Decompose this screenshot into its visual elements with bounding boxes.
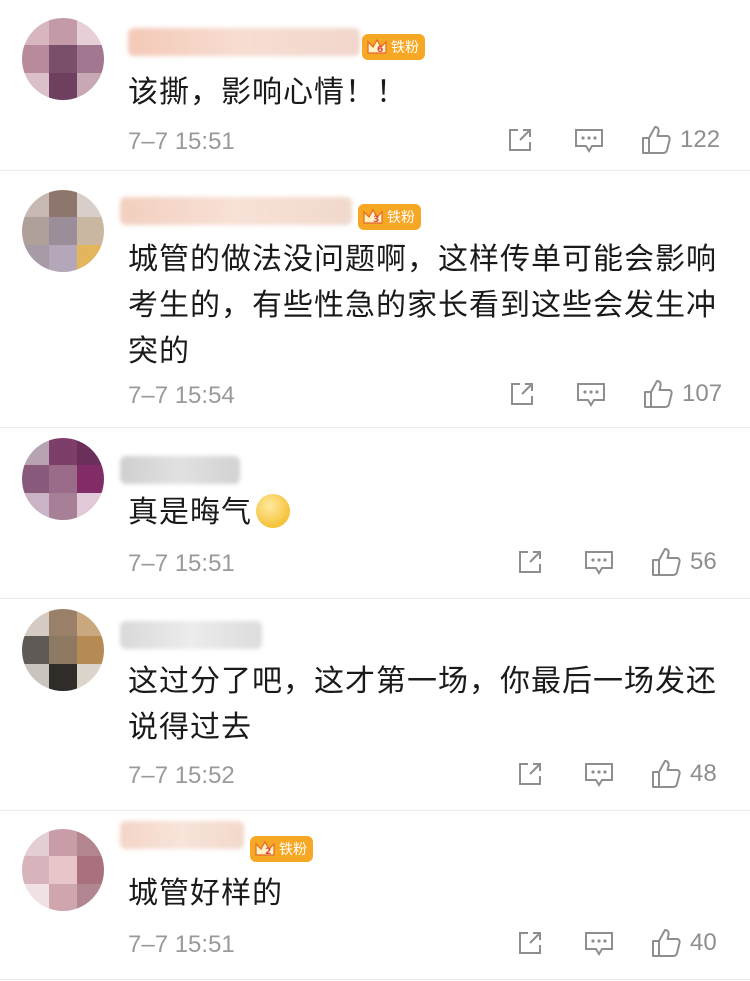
comment-text: 这过分了吧，这才第一场，你最后一场发还说得过去	[128, 664, 717, 745]
thumbs-up-icon	[652, 929, 681, 957]
badge-level: 3	[373, 215, 380, 225]
comment-icon	[585, 763, 613, 787]
thumbs-up-icon	[642, 126, 671, 154]
share-button[interactable]	[516, 760, 544, 788]
share-icon	[511, 383, 533, 405]
badge-label: 铁粉	[391, 40, 419, 56]
badge-level: 6	[377, 45, 384, 55]
like-button[interactable]: 40	[650, 927, 717, 959]
comment-item: 这过分了吧，这才第一场，你最后一场发还说得过去 7–7 15:52 48	[0, 599, 750, 811]
like-count: 107	[682, 380, 723, 407]
comment-text-content: 真是晦气	[128, 495, 252, 530]
like-button[interactable]: 122	[640, 124, 720, 156]
avatar[interactable]	[22, 438, 104, 520]
comment-item: 2 铁粉 城管好样的 7–7 15:51 40	[0, 811, 750, 980]
thumbs-up-icon	[644, 380, 673, 408]
share-icon	[509, 129, 531, 151]
comment-button[interactable]	[574, 128, 604, 154]
username[interactable]	[120, 621, 262, 649]
comment-time: 7–7 15:51	[128, 931, 235, 958]
fan-badge: 2 铁粉	[250, 836, 313, 862]
username[interactable]	[128, 28, 360, 56]
share-button[interactable]	[516, 548, 544, 576]
smirk-emoji-icon	[256, 493, 290, 528]
badge-label: 铁粉	[387, 210, 415, 226]
share-button[interactable]	[508, 380, 536, 408]
comment-icon	[585, 932, 613, 956]
like-count: 48	[690, 760, 717, 787]
comment-time: 7–7 15:51	[128, 128, 235, 155]
comment-time: 7–7 15:54	[128, 382, 235, 409]
comment-item: 真是晦气 7–7 15:51 56	[0, 428, 750, 599]
comment-text: 真是晦气	[128, 490, 728, 536]
like-count: 56	[690, 548, 717, 575]
comment-button[interactable]	[584, 931, 614, 957]
like-button[interactable]: 56	[650, 546, 717, 578]
comment-text: 城管的做法没问题啊，这样传单可能会影响考生的，有些性急的家长看到这些会发生冲突的	[128, 242, 717, 369]
share-button[interactable]	[516, 929, 544, 957]
avatar[interactable]	[22, 18, 104, 100]
like-count: 40	[690, 929, 717, 956]
avatar[interactable]	[22, 190, 104, 272]
comment-button[interactable]	[584, 550, 614, 576]
username[interactable]	[120, 821, 244, 849]
share-icon	[519, 763, 541, 785]
comment-item: 3 铁粉 城管的做法没问题啊，这样传单可能会影响考生的，有些性急的家长看到这些会…	[0, 171, 750, 428]
like-count: 122	[680, 126, 721, 153]
avatar[interactable]	[22, 609, 104, 691]
like-button[interactable]: 48	[650, 758, 717, 790]
comment-button[interactable]	[576, 382, 606, 408]
comment-time: 7–7 15:51	[128, 550, 235, 577]
thumbs-up-icon	[652, 760, 681, 788]
comment-item: 6 铁粉 该撕，影响心情！！ 7–7 15:51 122	[0, 0, 750, 171]
share-icon	[519, 551, 541, 573]
fan-badge: 6 铁粉	[362, 34, 425, 60]
username[interactable]	[120, 456, 240, 484]
badge-level: 2	[265, 847, 272, 857]
fan-badge: 3 铁粉	[358, 204, 421, 230]
comment-text: 城管好样的	[128, 876, 283, 911]
username[interactable]	[120, 197, 352, 225]
share-icon	[519, 932, 541, 954]
share-button[interactable]	[506, 126, 534, 154]
comment-button[interactable]	[584, 762, 614, 788]
comment-icon	[575, 129, 603, 153]
comment-icon	[585, 551, 613, 575]
comment-time: 7–7 15:52	[128, 762, 235, 789]
badge-label: 铁粉	[279, 842, 307, 858]
avatar[interactable]	[22, 829, 104, 911]
thumbs-up-icon	[652, 548, 681, 576]
like-button[interactable]: 107	[642, 378, 722, 410]
comment-text: 该撕，影响心情！！	[128, 75, 407, 110]
comment-icon	[577, 383, 605, 407]
